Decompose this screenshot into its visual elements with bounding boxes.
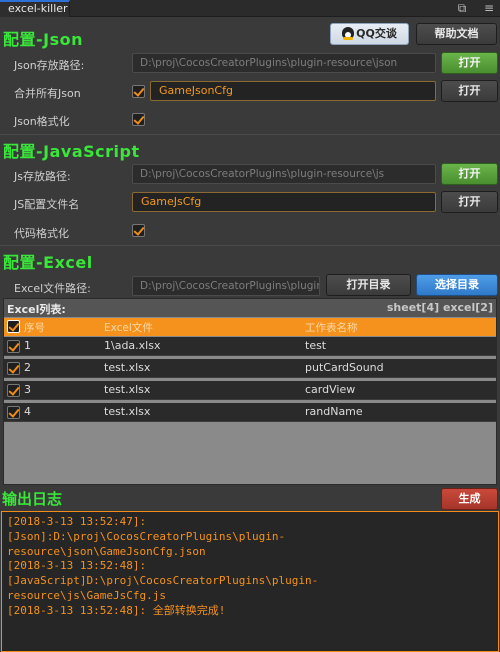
row-file: test.xlsx	[104, 361, 151, 374]
row-sheet: cardView	[305, 383, 356, 396]
excel-list-panel: Excel列表: sheet[4] excel[2] 序号 Excel文件 工作…	[3, 298, 497, 485]
table-row[interactable]: 2 test.xlsx putCardSound	[4, 359, 496, 378]
row-checkbox[interactable]	[7, 362, 20, 375]
column-header-file: Excel文件	[104, 322, 153, 334]
json-path-field[interactable]: D:\proj\CocosCreatorPlugins\plugin-resou…	[132, 53, 436, 73]
qq-chat-button[interactable]: QQ交谈	[330, 23, 409, 45]
js-config-name-field[interactable]: GameJsCfg	[132, 192, 436, 212]
row-sheet: test	[305, 339, 327, 352]
column-header-index: 序号	[24, 322, 45, 334]
merged-json-name-field[interactable]: GameJsonCfg	[150, 81, 436, 101]
row-file: test.xlsx	[104, 405, 151, 418]
row-index: 1	[24, 339, 31, 352]
open-dir-button[interactable]: 打开目录	[326, 274, 411, 296]
excel-list-header: Excel列表: sheet[4] excel[2]	[4, 299, 496, 317]
select-all-checkbox[interactable]	[7, 320, 20, 333]
log-line: resource\json\GameJsonCfg.json	[7, 544, 206, 558]
generate-button[interactable]: 生成	[441, 488, 498, 510]
log-line: [2018-3-13 13:52:47]:	[7, 515, 147, 528]
excel-count-badge: sheet[4] excel[2]	[386, 301, 493, 314]
json-section-title: 配置-Json	[3, 30, 84, 49]
json-open-button[interactable]: 打开	[441, 52, 498, 74]
js-config-name-label: JS配置文件名	[14, 198, 80, 211]
tab-excel-killer[interactable]: excel-killer	[0, 0, 70, 17]
log-line: resource\js\GameJsCfg.js	[7, 588, 166, 602]
js-path-label: Js存放路径:	[14, 170, 71, 183]
divider	[0, 245, 500, 246]
menu-icon[interactable]: ≡	[482, 1, 496, 15]
row-index: 2	[24, 361, 31, 374]
log-line: [2018-3-13 13:52:48]:	[7, 559, 147, 573]
js-open-button[interactable]: 打开	[441, 163, 498, 185]
js-section-title: 配置-JavaScript	[3, 142, 140, 161]
js-format-checkbox[interactable]	[132, 224, 145, 237]
excel-path-field[interactable]: D:\proj\CocosCreatorPlugins\plugin-resou…	[132, 276, 320, 296]
merge-json-checkbox[interactable]	[132, 85, 145, 98]
popout-icon[interactable]: ⧉	[455, 1, 469, 15]
table-row[interactable]: 3 test.xlsx cardView	[4, 381, 496, 400]
row-sheet: randName	[305, 405, 363, 418]
excel-table-header: 序号 Excel文件 工作表名称	[4, 318, 496, 336]
row-file: test.xlsx	[104, 383, 151, 396]
column-header-sheet: 工作表名称	[305, 322, 358, 334]
json-format-checkbox[interactable]	[132, 113, 145, 126]
qq-chat-label: QQ交谈	[356, 27, 397, 40]
select-dir-button[interactable]: 选择目录	[416, 274, 498, 296]
excel-path-label: Excel文件路径:	[14, 282, 91, 295]
json-path-label: Json存放路径:	[14, 59, 85, 72]
row-checkbox[interactable]	[7, 384, 20, 397]
excel-section-title: 配置-Excel	[3, 253, 93, 272]
title-bar: excel-killer ⧉ ≡	[0, 0, 500, 17]
help-doc-button[interactable]: 帮助文档	[416, 23, 497, 45]
divider	[0, 134, 500, 135]
log-title: 输出日志	[2, 490, 63, 508]
merged-json-open-button[interactable]: 打开	[441, 80, 498, 102]
row-checkbox[interactable]	[7, 406, 20, 419]
log-line: [2018-3-13 13:52:48]: 全部转换完成!	[7, 603, 226, 617]
qq-penguin-icon	[342, 27, 355, 40]
js-config-open-button[interactable]: 打开	[441, 191, 498, 213]
row-index: 3	[24, 383, 31, 396]
excel-list-title: Excel列表:	[7, 303, 66, 316]
output-log[interactable]: [2018-3-13 13:52:47]: [Json]:D:\proj\Coc…	[1, 511, 499, 652]
row-file: 1\ada.xlsx	[104, 339, 161, 352]
row-index: 4	[24, 405, 31, 418]
js-path-field[interactable]: D:\proj\CocosCreatorPlugins\plugin-resou…	[132, 164, 436, 184]
log-line: [Json]:D:\proj\CocosCreatorPlugins\plugi…	[7, 529, 286, 543]
js-format-label: 代码格式化	[14, 227, 69, 240]
json-format-label: Json格式化	[14, 115, 70, 128]
row-checkbox[interactable]	[7, 340, 20, 353]
table-row[interactable]: 1 1\ada.xlsx test	[4, 337, 496, 356]
log-line: [JavaScript]D:\proj\CocosCreatorPlugins\…	[7, 574, 319, 588]
merge-json-label: 合并所有Json	[14, 87, 81, 100]
row-sheet: putCardSound	[305, 361, 384, 374]
table-row[interactable]: 4 test.xlsx randName	[4, 403, 496, 422]
